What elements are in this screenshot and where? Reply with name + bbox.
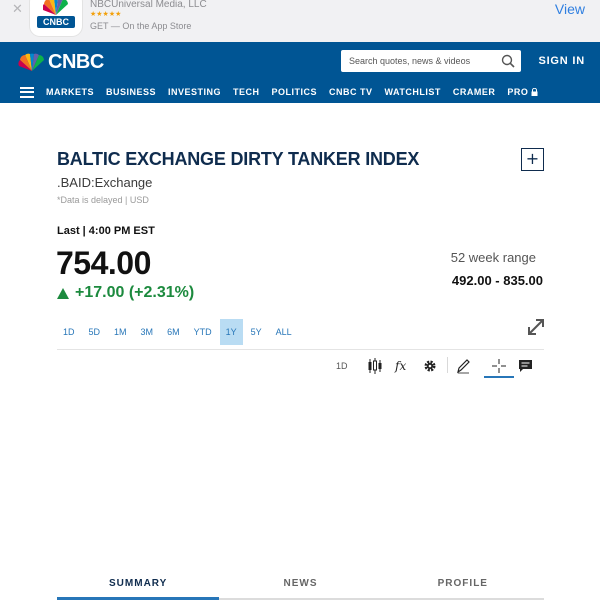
quote-tabs: SUMMARY NEWS PROFILE [57,576,544,600]
gear-icon[interactable] [423,356,437,376]
nav-item-cramer[interactable]: CRAMER [453,87,496,97]
search-input[interactable] [341,50,491,72]
main-nav: MARKETS BUSINESS INVESTING TECH POLITICS… [0,82,600,102]
tab-news[interactable]: NEWS [219,576,382,600]
lock-icon [531,88,538,96]
site-header: CNBC SIGN IN MARKETS BUSINESS INVESTING … [0,42,600,103]
view-app-button[interactable]: View [555,1,585,17]
cnbc-logo[interactable]: CNBC [18,50,104,73]
search-box [341,50,521,72]
price-change: +17.00 (+2.31%) [57,284,194,302]
tab-profile[interactable]: PROFILE [381,576,544,600]
chart-range-selector: 1D 5D 1M 3M 6M YTD 1Y 5Y ALL [57,319,300,345]
range-5y[interactable]: 5Y [245,319,268,345]
search-icon[interactable] [501,54,515,68]
quote-symbol: .BAID:Exchange [57,175,153,190]
app-store-get-text: GET — On the App Store [90,21,192,31]
plus-icon: + [525,149,540,168]
app-icon-wordmark: CNBC [37,16,75,28]
week-range-value: 492.00 - 835.00 [451,273,543,288]
range-6m[interactable]: 6M [161,319,186,345]
last-trade-label: Last | 4:00 PM EST [57,225,155,237]
range-1y[interactable]: 1Y [219,319,243,345]
nav-item-investing[interactable]: INVESTING [168,87,221,97]
candlestick-icon[interactable] [367,356,383,376]
quote-title: BALTIC EXCHANGE DIRTY TANKER INDEX [57,149,420,169]
rating-stars: ★★★★★ [90,10,122,18]
comment-icon[interactable] [518,356,534,376]
chart-toolbar-divider [57,349,544,350]
delay-note: *Data is delayed | USD [57,195,149,205]
tab-summary[interactable]: SUMMARY [57,576,220,600]
fx-label: fx [395,359,407,373]
logo-wordmark: CNBC [48,50,104,73]
fx-icon[interactable]: fx [395,356,406,376]
price-change-value: +17.00 (+2.31%) [75,284,195,301]
sign-in-button[interactable]: SIGN IN [538,55,585,67]
nav-item-pro[interactable]: PRO [507,87,538,97]
range-all[interactable]: ALL [270,319,298,345]
range-1d[interactable]: 1D [57,319,81,345]
interval-selector[interactable]: 1D [336,356,348,376]
toolbar-separator [447,357,448,373]
nav-item-politics[interactable]: POLITICS [272,87,318,97]
last-price: 754.00 [56,245,151,281]
up-arrow-icon [57,287,69,299]
app-store-banner: ✕ CNBC NBCUniversal Media, LLC ★★★★★ GET… [0,0,600,42]
nav-item-business[interactable]: BUSINESS [106,87,156,97]
range-5d[interactable]: 5D [83,319,107,345]
add-to-watchlist-button[interactable]: + [521,148,544,171]
nav-item-watchlist[interactable]: WATCHLIST [385,87,441,97]
hamburger-menu-icon[interactable] [20,86,34,98]
pencil-icon[interactable] [456,356,470,376]
nav-item-tech[interactable]: TECH [233,87,260,97]
app-icon[interactable]: CNBC [30,0,82,36]
week-range-label: 52 week range [450,250,536,265]
range-ytd[interactable]: YTD [188,319,218,345]
app-publisher: NBCUniversal Media, LLC [90,0,207,10]
peacock-icon [18,53,44,71]
close-icon[interactable]: ✕ [12,2,23,17]
expand-icon[interactable] [527,318,545,336]
peacock-logo-icon [43,0,68,15]
range-3m[interactable]: 3M [135,319,160,345]
range-1m[interactable]: 1M [108,319,133,345]
nav-item-pro-label: PRO [507,87,529,97]
nav-item-cnbc-tv[interactable]: CNBC TV [329,87,373,97]
crosshair-icon[interactable] [484,356,514,378]
nav-item-markets[interactable]: MARKETS [46,87,94,97]
